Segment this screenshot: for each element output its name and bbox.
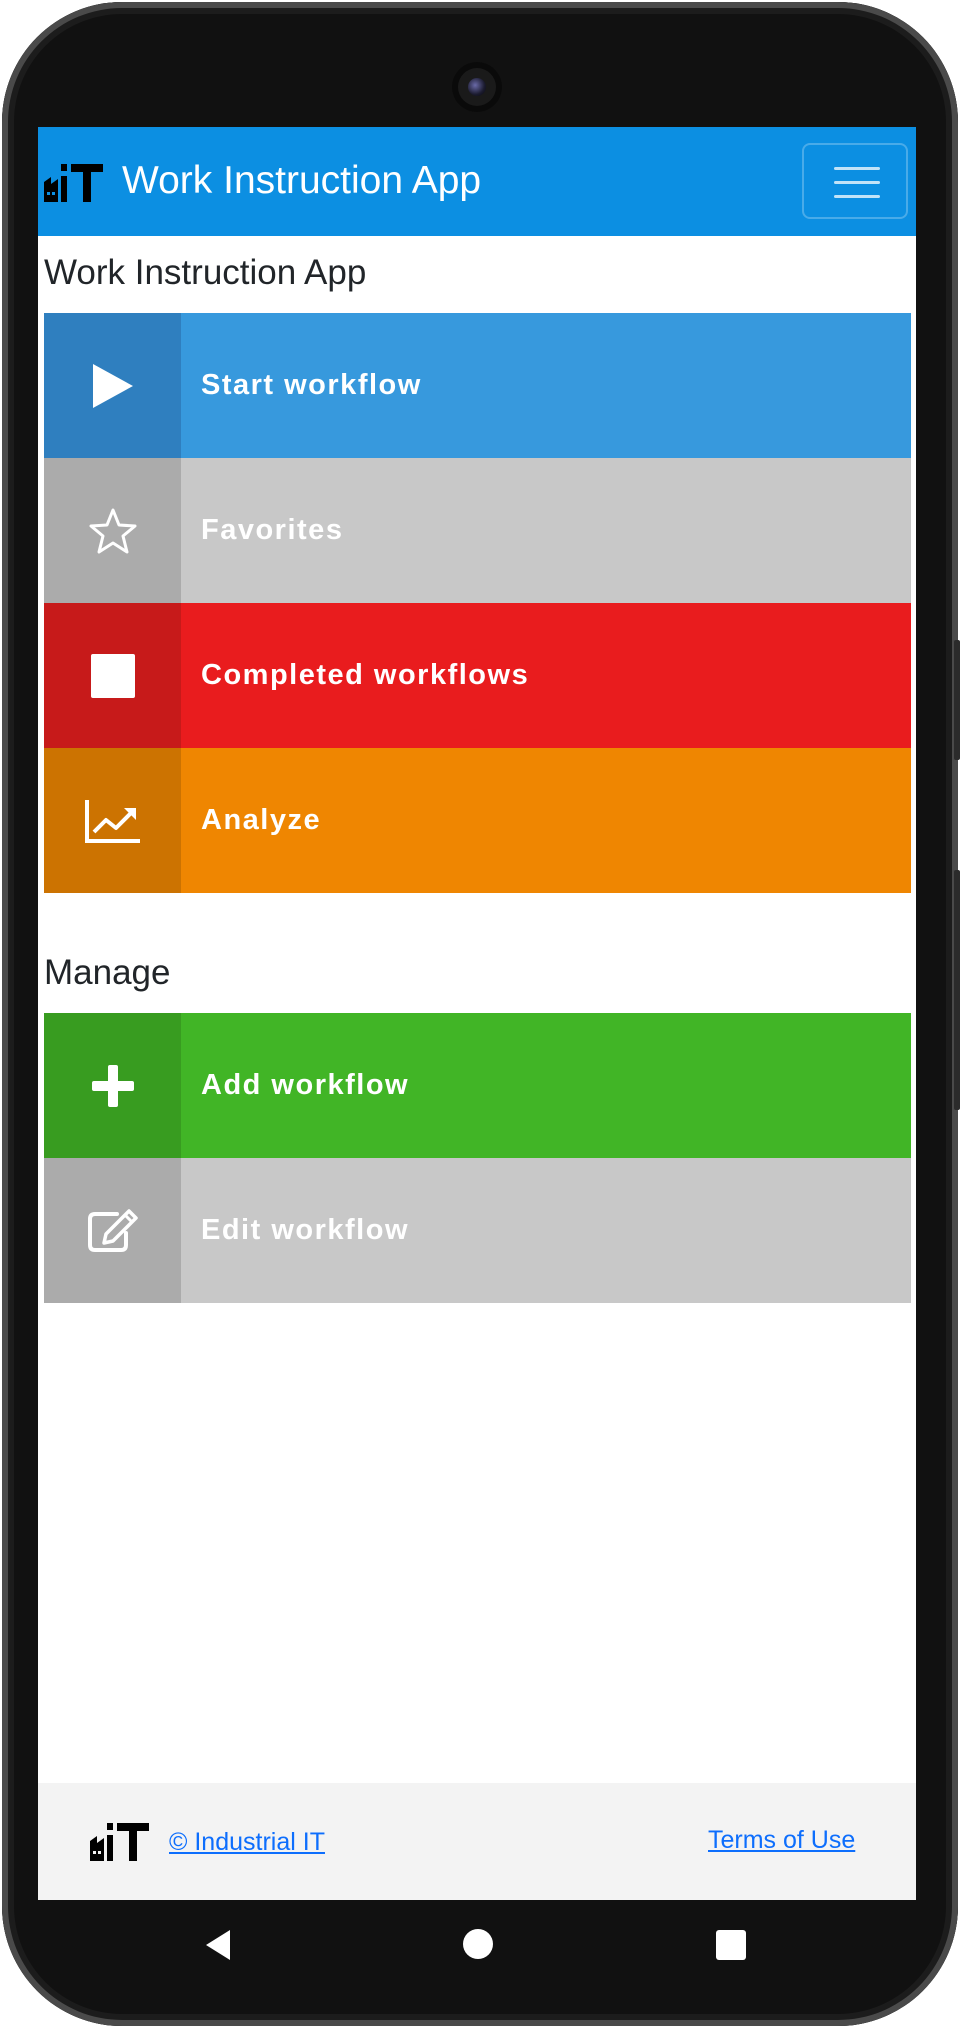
copyright-link[interactable]: © Industrial IT: [169, 1826, 325, 1858]
home-icon[interactable]: [462, 1928, 494, 1960]
top-navbar: Work Instruction App: [38, 127, 916, 236]
page-title: Work Instruction App: [44, 253, 367, 292]
plus-icon: [91, 1064, 134, 1107]
add-workflow-label: Add workflow: [201, 1069, 410, 1101]
start-workflow-label: Start workflow: [201, 369, 422, 401]
edit-workflow-label: Edit workflow: [201, 1214, 409, 1246]
edit-icon: [87, 1208, 138, 1252]
power-button: [954, 870, 960, 1110]
menu-toggle-button[interactable]: [802, 143, 908, 219]
start-workflow-tile[interactable]: Start workflow: [44, 313, 911, 458]
add-workflow-tile[interactable]: Add workflow: [44, 1013, 911, 1158]
industrial-it-logo-icon: [90, 1823, 149, 1861]
analyze-label: Analyze: [201, 804, 322, 836]
front-camera: [452, 62, 502, 112]
hamburger-line: [834, 195, 880, 198]
hamburger-icon: [834, 167, 880, 170]
start-workflow-icon-box: [44, 313, 181, 458]
favorites-icon-box: [44, 458, 181, 603]
edit-workflow-tile[interactable]: Edit workflow: [44, 1158, 911, 1303]
chart-line-icon: [84, 799, 140, 843]
industrial-it-logo-icon[interactable]: [44, 162, 104, 202]
analyze-icon-box: [44, 748, 181, 893]
analyze-tile[interactable]: Analyze: [44, 748, 911, 893]
volume-button: [954, 640, 960, 760]
back-icon[interactable]: [204, 1928, 232, 1962]
star-icon: [89, 508, 136, 553]
completed-workflows-label: Completed workflows: [201, 659, 530, 691]
favorites-label: Favorites: [201, 514, 344, 546]
android-nav-bar: [38, 1900, 916, 1990]
add-workflow-icon-box: [44, 1013, 181, 1158]
manage-section-title: Manage: [44, 953, 171, 992]
brand-title[interactable]: Work Instruction App: [122, 157, 481, 205]
favorites-tile[interactable]: Favorites: [44, 458, 911, 603]
edit-workflow-icon-box: [44, 1158, 181, 1303]
play-icon: [92, 363, 133, 408]
stop-icon: [90, 653, 135, 698]
recents-icon[interactable]: [716, 1930, 746, 1960]
phone-frame: Work Instruction App Work Instruction Ap…: [0, 0, 960, 2028]
completed-workflows-icon-box: [44, 603, 181, 748]
app-screen: Work Instruction App Work Instruction Ap…: [38, 127, 916, 1900]
hamburger-line: [834, 181, 880, 184]
terms-of-use-link[interactable]: Terms of Use: [708, 1824, 855, 1856]
footer: © Industrial IT Terms of Use: [38, 1783, 916, 1900]
completed-workflows-tile[interactable]: Completed workflows: [44, 603, 911, 748]
